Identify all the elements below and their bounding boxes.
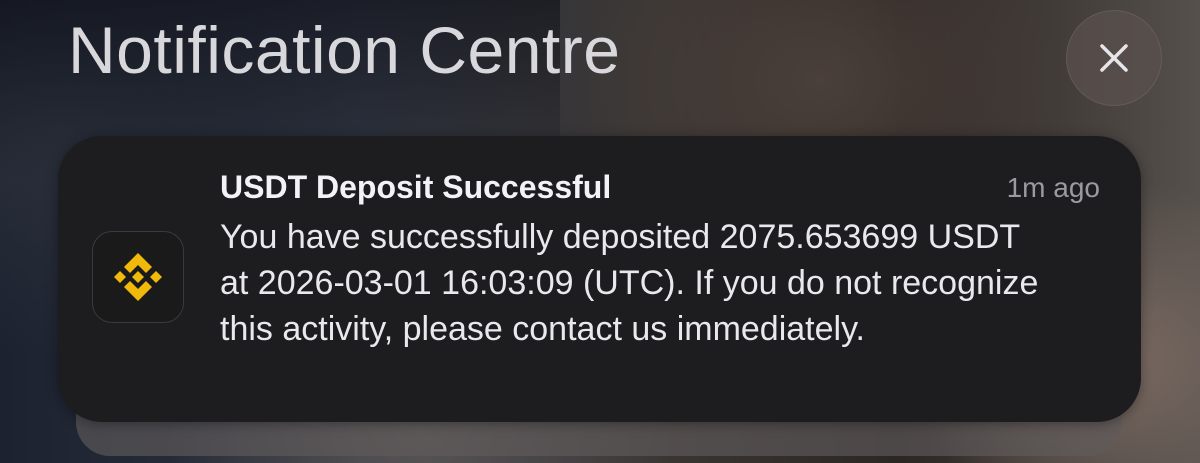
- close-button[interactable]: [1066, 10, 1162, 106]
- notification-card[interactable]: USDT Deposit Successful 1m ago You have …: [58, 136, 1141, 422]
- app-icon: [92, 231, 184, 323]
- notification-title: USDT Deposit Successful: [220, 169, 612, 205]
- notification-body: You have successfully deposited 2075.653…: [220, 218, 1039, 348]
- close-icon: [1100, 44, 1128, 72]
- notification-timestamp: 1m ago: [1006, 172, 1100, 203]
- page-title: Notification Centre: [68, 13, 621, 87]
- binance-logo-icon: [114, 253, 162, 301]
